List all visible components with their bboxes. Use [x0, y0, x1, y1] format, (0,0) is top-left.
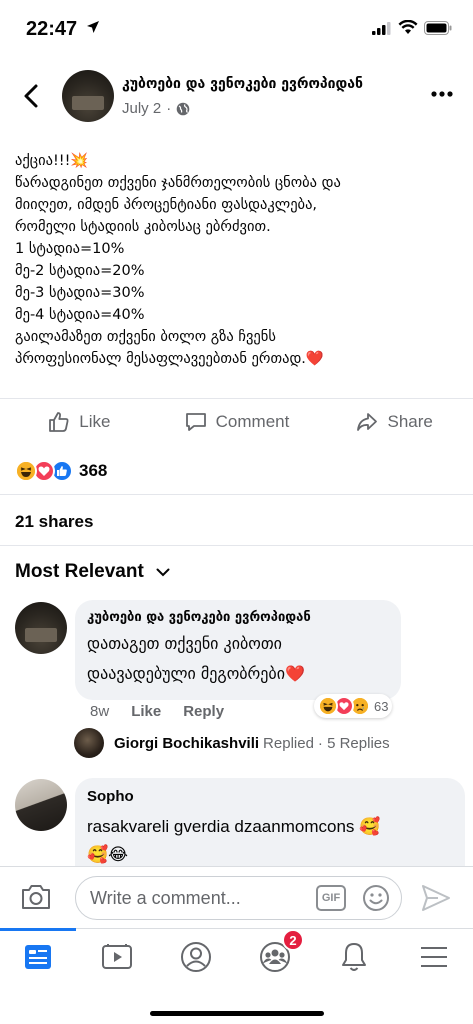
groups-notification-badge: 2 [282, 929, 304, 951]
comment-bubble[interactable]: კუბოები და ვენოკები ევროპიდან დათაგეთ თქ… [75, 600, 401, 700]
share-arrow-icon [357, 412, 378, 431]
tab-watch[interactable] [97, 939, 137, 975]
post-body: აქცია!!!💥 წარადგინეთ თქვენი ჯანმრთელობის… [15, 150, 460, 370]
profile-icon [181, 942, 211, 972]
comment-reactions[interactable]: 63 [314, 694, 393, 718]
active-tab-indicator [0, 928, 76, 931]
gif-button[interactable]: GIF [316, 885, 346, 911]
post-line: მიიღეთ, იმდენ პროცენტიანი ფასდაკლება, [15, 197, 318, 213]
thumbs-up-icon [49, 411, 69, 432]
comment-bubble-icon [185, 412, 206, 431]
tab-notifications[interactable] [334, 939, 374, 975]
share-button[interactable]: Share [315, 399, 473, 444]
divider [0, 545, 473, 546]
back-chevron-icon[interactable] [18, 82, 46, 110]
more-options-icon[interactable] [430, 90, 454, 98]
meta-separator: · [166, 100, 172, 117]
comment-text: დაავადებული მეგობრები❤️ [87, 664, 305, 683]
post-action-bar: Like Comment Share [0, 398, 473, 444]
post-meta: July 2 · [122, 100, 190, 117]
comment-meta: 8w Like Reply [90, 703, 224, 720]
tab-news-feed[interactable] [18, 939, 58, 975]
haha-reaction-icon [318, 696, 338, 716]
post-line: გაილამაზეთ თქვენი ბოლო გზა ჩვენს [15, 329, 276, 345]
post-line: მე-4 სტადია=40% [15, 307, 145, 323]
comment-like-button[interactable]: Like [131, 703, 161, 720]
post-line: აქცია!!!💥 [15, 153, 89, 169]
reaction-summary[interactable]: 368 [15, 457, 107, 485]
camera-icon[interactable] [20, 883, 52, 911]
commenter-avatar[interactable] [15, 602, 67, 654]
hamburger-menu-icon [421, 947, 447, 967]
comment-button[interactable]: Comment [158, 399, 316, 444]
reply-avatar [74, 728, 104, 758]
watch-video-icon [102, 944, 132, 969]
status-bar: 22:47 [0, 0, 473, 56]
comment-text: დათაგეთ თქვენი კიბოთი [87, 634, 282, 653]
cellular-signal-icon [372, 22, 391, 35]
tab-menu[interactable] [414, 939, 454, 975]
post-line: 1 სტადია=10% [15, 241, 125, 257]
comment-composer: GIF [0, 866, 473, 928]
commenter-name[interactable]: Sopho [87, 788, 453, 805]
reply-author-name: Giorgi Bochikashvili [114, 734, 260, 752]
comment-reply-button[interactable]: Reply [183, 703, 224, 720]
comment-age: 8w [90, 703, 110, 720]
share-label: Share [387, 411, 433, 431]
post-date[interactable]: July 2 [122, 100, 161, 117]
shares-count[interactable]: 21 shares [15, 512, 93, 532]
post-line: მე-2 სტადია=20% [15, 263, 145, 279]
post-line: მე-3 სტადია=30% [15, 285, 145, 301]
send-icon[interactable] [420, 883, 452, 913]
commenter-name[interactable]: კუბოები და ვენოკები ევროპიდან [87, 610, 389, 625]
page-avatar[interactable] [62, 70, 114, 122]
like-label: Like [79, 411, 111, 431]
page-name[interactable]: კუბოები და ვენოკები ევროპიდან [122, 76, 363, 92]
comment-text: rasakvareli gverdia dzaanmomcons 🥰 [87, 817, 381, 836]
like-button[interactable]: Like [0, 399, 158, 444]
haha-reaction-icon [15, 460, 37, 482]
reaction-count: 368 [79, 461, 108, 480]
comment-input[interactable] [75, 876, 402, 920]
bottom-tab-bar: 2 [0, 928, 473, 1024]
tab-profile[interactable] [176, 939, 216, 975]
battery-icon [424, 21, 452, 35]
comment-bubble[interactable]: Sopho rasakvareli gverdia dzaanmomcons 🥰… [75, 778, 465, 878]
home-indicator [150, 1011, 324, 1016]
chevron-down-icon [156, 568, 170, 576]
emoji-smile-icon[interactable] [362, 884, 390, 912]
post-header: კუბოები და ვენოკები ევროპიდან July 2 · [0, 66, 473, 130]
divider [0, 494, 473, 495]
globe-icon [176, 102, 190, 115]
replies-summary[interactable]: Giorgi Bochikashvili Replied · 5 Replies [74, 728, 390, 758]
comment-reaction-count: 63 [374, 698, 389, 714]
bell-icon [342, 943, 366, 971]
comment-label: Comment [215, 411, 290, 431]
news-feed-icon [25, 945, 51, 969]
comment-sort-dropdown[interactable]: Most Relevant [15, 561, 170, 583]
comment-text: 🥰😂 [87, 845, 129, 864]
location-arrow-icon [87, 21, 99, 33]
commenter-avatar[interactable] [15, 779, 67, 831]
post-line: წარადგინეთ თქვენი ჯანმრთელობის ცნობა და [15, 175, 341, 191]
sort-label: Most Relevant [15, 561, 144, 582]
post-line: რომელი სტადიის კიბოსაც ებრძვით. [15, 219, 271, 235]
reply-count: · 5 Replies [317, 734, 390, 752]
reply-verb: Replied [263, 734, 314, 752]
wifi-icon [398, 20, 418, 34]
post-line: პროფესიონალ მესაფლავეებთან ერთად.❤️ [15, 351, 324, 367]
status-time: 22:47 [26, 18, 78, 40]
